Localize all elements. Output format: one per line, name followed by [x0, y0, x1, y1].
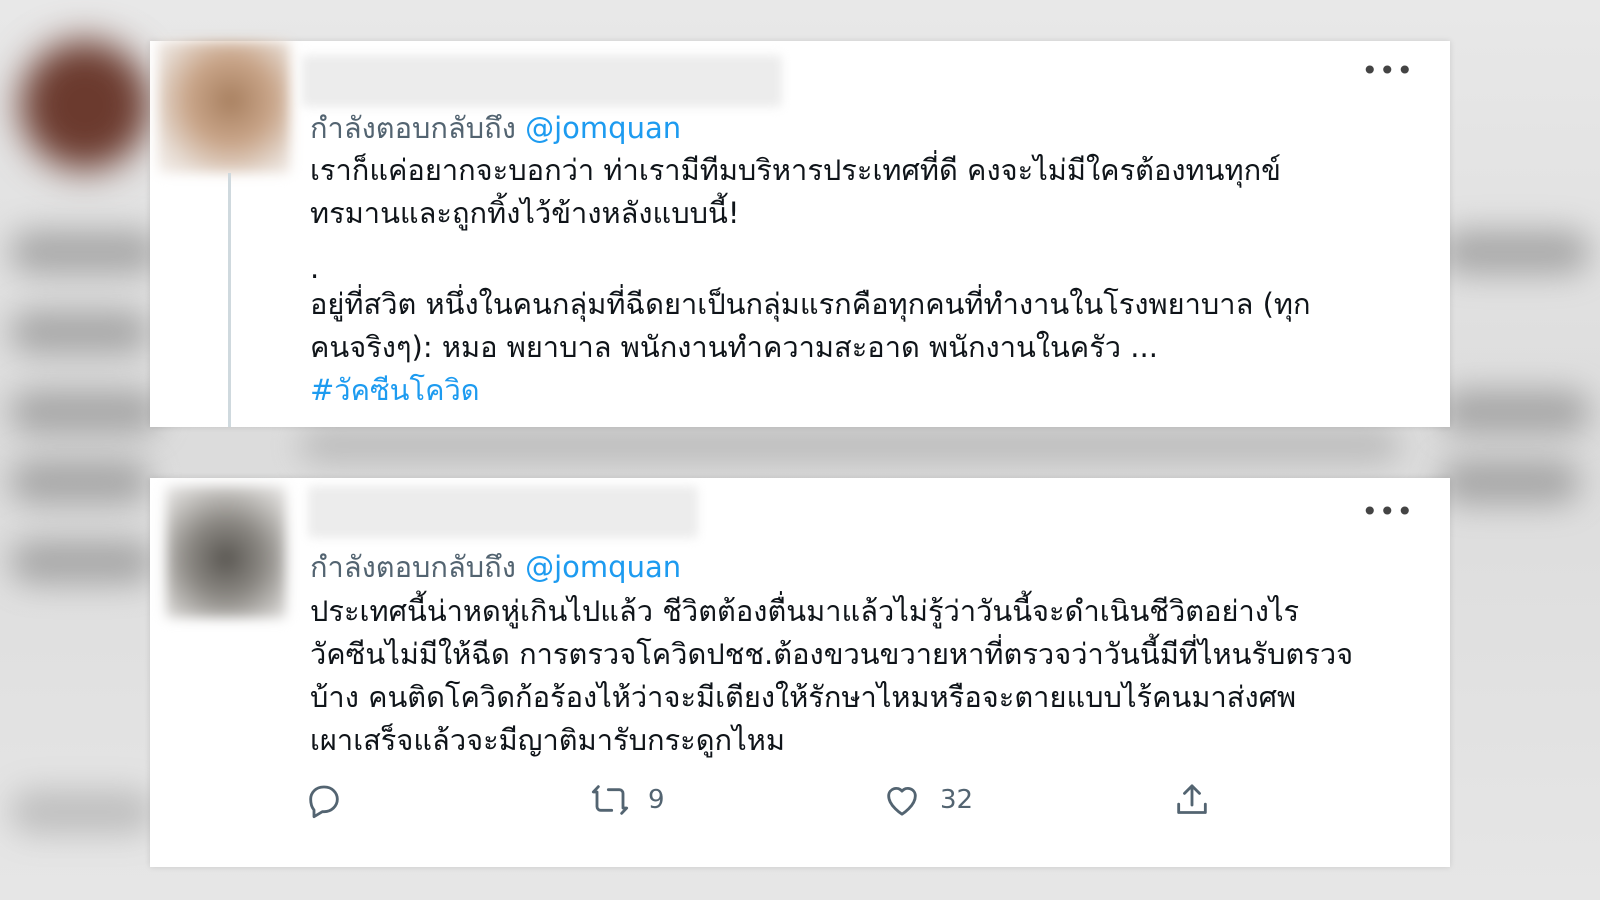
- like-button[interactable]: 32: [882, 780, 973, 820]
- background-text-blur: [10, 310, 150, 354]
- reply-prefix: กำลังตอบกลับถึง: [310, 111, 516, 145]
- more-horizontal-icon[interactable]: •••: [1361, 57, 1414, 85]
- mention-link[interactable]: @jomquan: [525, 550, 681, 584]
- tweet-actions: 9 32: [304, 780, 1224, 824]
- background-text-blur: [1440, 230, 1590, 274]
- background-text-blur: [300, 428, 1400, 462]
- heart-icon: [887, 786, 917, 816]
- tweet-text: ประเทศนี้น่าหดหู่เกินไปแล้ว ชีวิตต้องตื่…: [310, 590, 1400, 762]
- background-text-blur: [10, 790, 155, 834]
- tweet-text-line: .: [310, 251, 320, 285]
- tweet-text-line: เผาเสร็จแล้วจะมีญาติมารับกระดูกไหม: [310, 723, 785, 757]
- more-horizontal-icon[interactable]: •••: [1361, 498, 1414, 526]
- tweet-text-line: คนจริงๆ): หมอ พยาบาล พนักงานทำความสะอาด …: [310, 330, 1158, 364]
- tweet-text: เราก็แค่อยากจะบอกว่า ท่าเรามีทีมบริหารปร…: [310, 149, 1400, 412]
- username-blurred: [308, 486, 698, 538]
- tweet-text-line: เราก็แค่อยากจะบอกว่า ท่าเรามีทีมบริหารปร…: [310, 153, 1281, 187]
- background-text-blur: [1440, 460, 1580, 504]
- username-blurred: [302, 55, 782, 107]
- tweet-card-1[interactable]: ••• กำลังตอบกลับถึง @jomquan เราก็แค่อยา…: [150, 41, 1450, 427]
- reply-to-line: กำลังตอบกลับถึง @jomquan: [310, 544, 681, 590]
- mention-link[interactable]: @jomquan: [525, 111, 681, 145]
- background-text-blur: [10, 540, 155, 584]
- like-count: 32: [940, 785, 974, 815]
- tweet-text-line: ทรมานและถูกทิ้งไว้ข้างหลังแบบนี้!: [310, 196, 740, 230]
- reply-prefix: กำลังตอบกลับถึง: [310, 550, 516, 584]
- background-text-blur: [10, 390, 160, 434]
- share-button[interactable]: [1172, 780, 1212, 820]
- retweet-count: 9: [648, 785, 665, 815]
- background-text-blur: [1440, 390, 1590, 434]
- background-text-blur: [10, 230, 160, 274]
- tweet-text-line: วัคซีนไม่มีให้ฉีด การตรวจโควิดปชช.ต้องขว…: [310, 637, 1354, 671]
- tweet-text-line: บ้าง คนติดโควิดก้อร้องไห้ว่าจะมีเตียงให้…: [310, 680, 1297, 714]
- reply-button[interactable]: [304, 780, 344, 820]
- retweet-button[interactable]: 9: [590, 780, 665, 820]
- background-avatar-blur: [20, 40, 150, 170]
- tweet-text-line: อยู่ที่สวิต หนึ่งในคนกลุ่มที่ฉีดยาเป็นกล…: [310, 287, 1311, 321]
- hashtag-link[interactable]: #วัคซีนโควิด: [310, 369, 1400, 412]
- retweet-icon: [591, 785, 629, 815]
- avatar[interactable]: [158, 41, 290, 173]
- tweet-text-line: ประเทศนี้น่าหดหู่เกินไปแล้ว ชีวิตต้องตื่…: [310, 594, 1300, 628]
- avatar[interactable]: [166, 486, 286, 618]
- share-icon: [1177, 784, 1207, 814]
- reply-icon: [309, 785, 339, 819]
- thread-line: [228, 173, 231, 427]
- reply-to-line: กำลังตอบกลับถึง @jomquan: [310, 105, 681, 151]
- tweet-card-2[interactable]: ••• กำลังตอบกลับถึง @jomquan ประเทศนี้น่…: [150, 478, 1450, 867]
- background-text-blur: [10, 460, 150, 504]
